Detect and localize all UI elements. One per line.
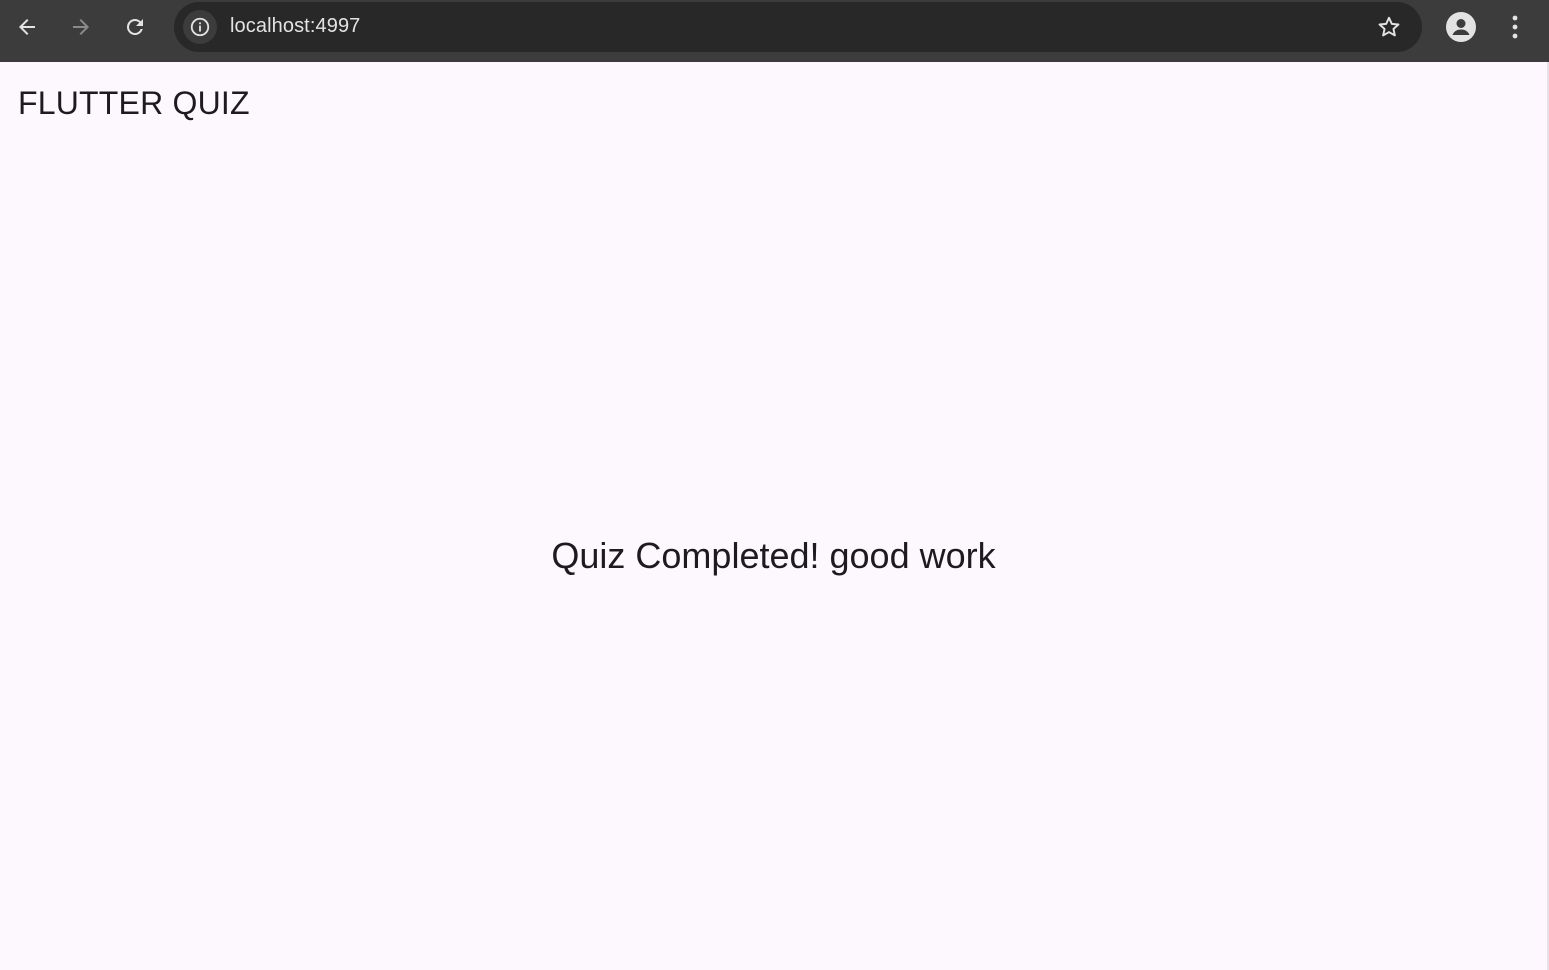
back-button[interactable] [8, 8, 46, 46]
site-info-button[interactable] [183, 10, 217, 44]
url-text[interactable]: localhost:4997 [230, 15, 360, 38]
app-title: FLUTTER QUIZ [18, 85, 250, 121]
back-arrow-icon [19, 19, 35, 35]
forward-button[interactable] [62, 8, 100, 46]
reload-button[interactable] [116, 8, 154, 46]
forward-arrow-icon [73, 19, 89, 35]
completion-message: Quiz Completed! good work [551, 535, 996, 576]
address-bar[interactable]: localhost:4997 [174, 2, 1422, 52]
reload-icon [126, 18, 143, 35]
browser-toolbar: localhost:4997 [0, 0, 1549, 62]
info-icon [190, 17, 210, 37]
profile-icon[interactable] [1445, 11, 1477, 43]
more-vert-icon[interactable] [1502, 11, 1528, 43]
app-page: FLUTTER QUIZ Quiz Completed! good work [0, 62, 1549, 970]
star-icon[interactable] [1376, 14, 1402, 40]
